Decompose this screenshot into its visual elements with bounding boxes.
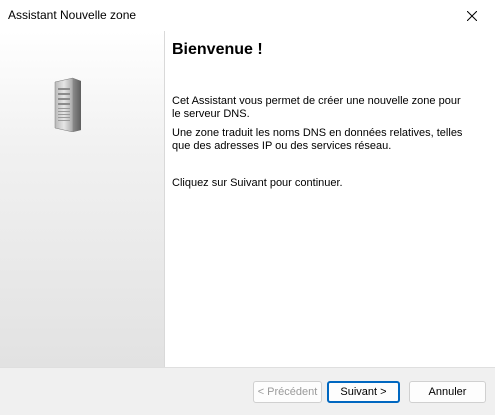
intro-text: Cet Assistant vous permet de créer une n… bbox=[172, 95, 461, 120]
wizard-content: Bienvenue ! Cet Assistant vous permet de… bbox=[172, 31, 490, 367]
title-bar: Assistant Nouvelle zone bbox=[0, 0, 495, 31]
close-icon bbox=[467, 10, 477, 21]
wizard-window: Assistant Nouvelle zone Bienvenue ! Cet … bbox=[0, 0, 495, 415]
page-title: Bienvenue ! bbox=[172, 41, 263, 58]
server-tower-icon bbox=[54, 77, 81, 132]
cancel-button[interactable]: Annuler bbox=[409, 381, 486, 403]
description-text: Une zone traduit les noms DNS en données… bbox=[172, 127, 463, 152]
back-button[interactable]: < Précédent bbox=[253, 381, 322, 403]
instruction-text: Cliquez sur Suivant pour continuer. bbox=[172, 177, 343, 189]
close-button[interactable] bbox=[449, 0, 495, 31]
button-bar: < Précédent Suivant > Annuler bbox=[0, 367, 495, 415]
next-button[interactable]: Suivant > bbox=[327, 381, 400, 403]
wizard-banner bbox=[0, 31, 165, 367]
window-title: Assistant Nouvelle zone bbox=[8, 8, 137, 22]
